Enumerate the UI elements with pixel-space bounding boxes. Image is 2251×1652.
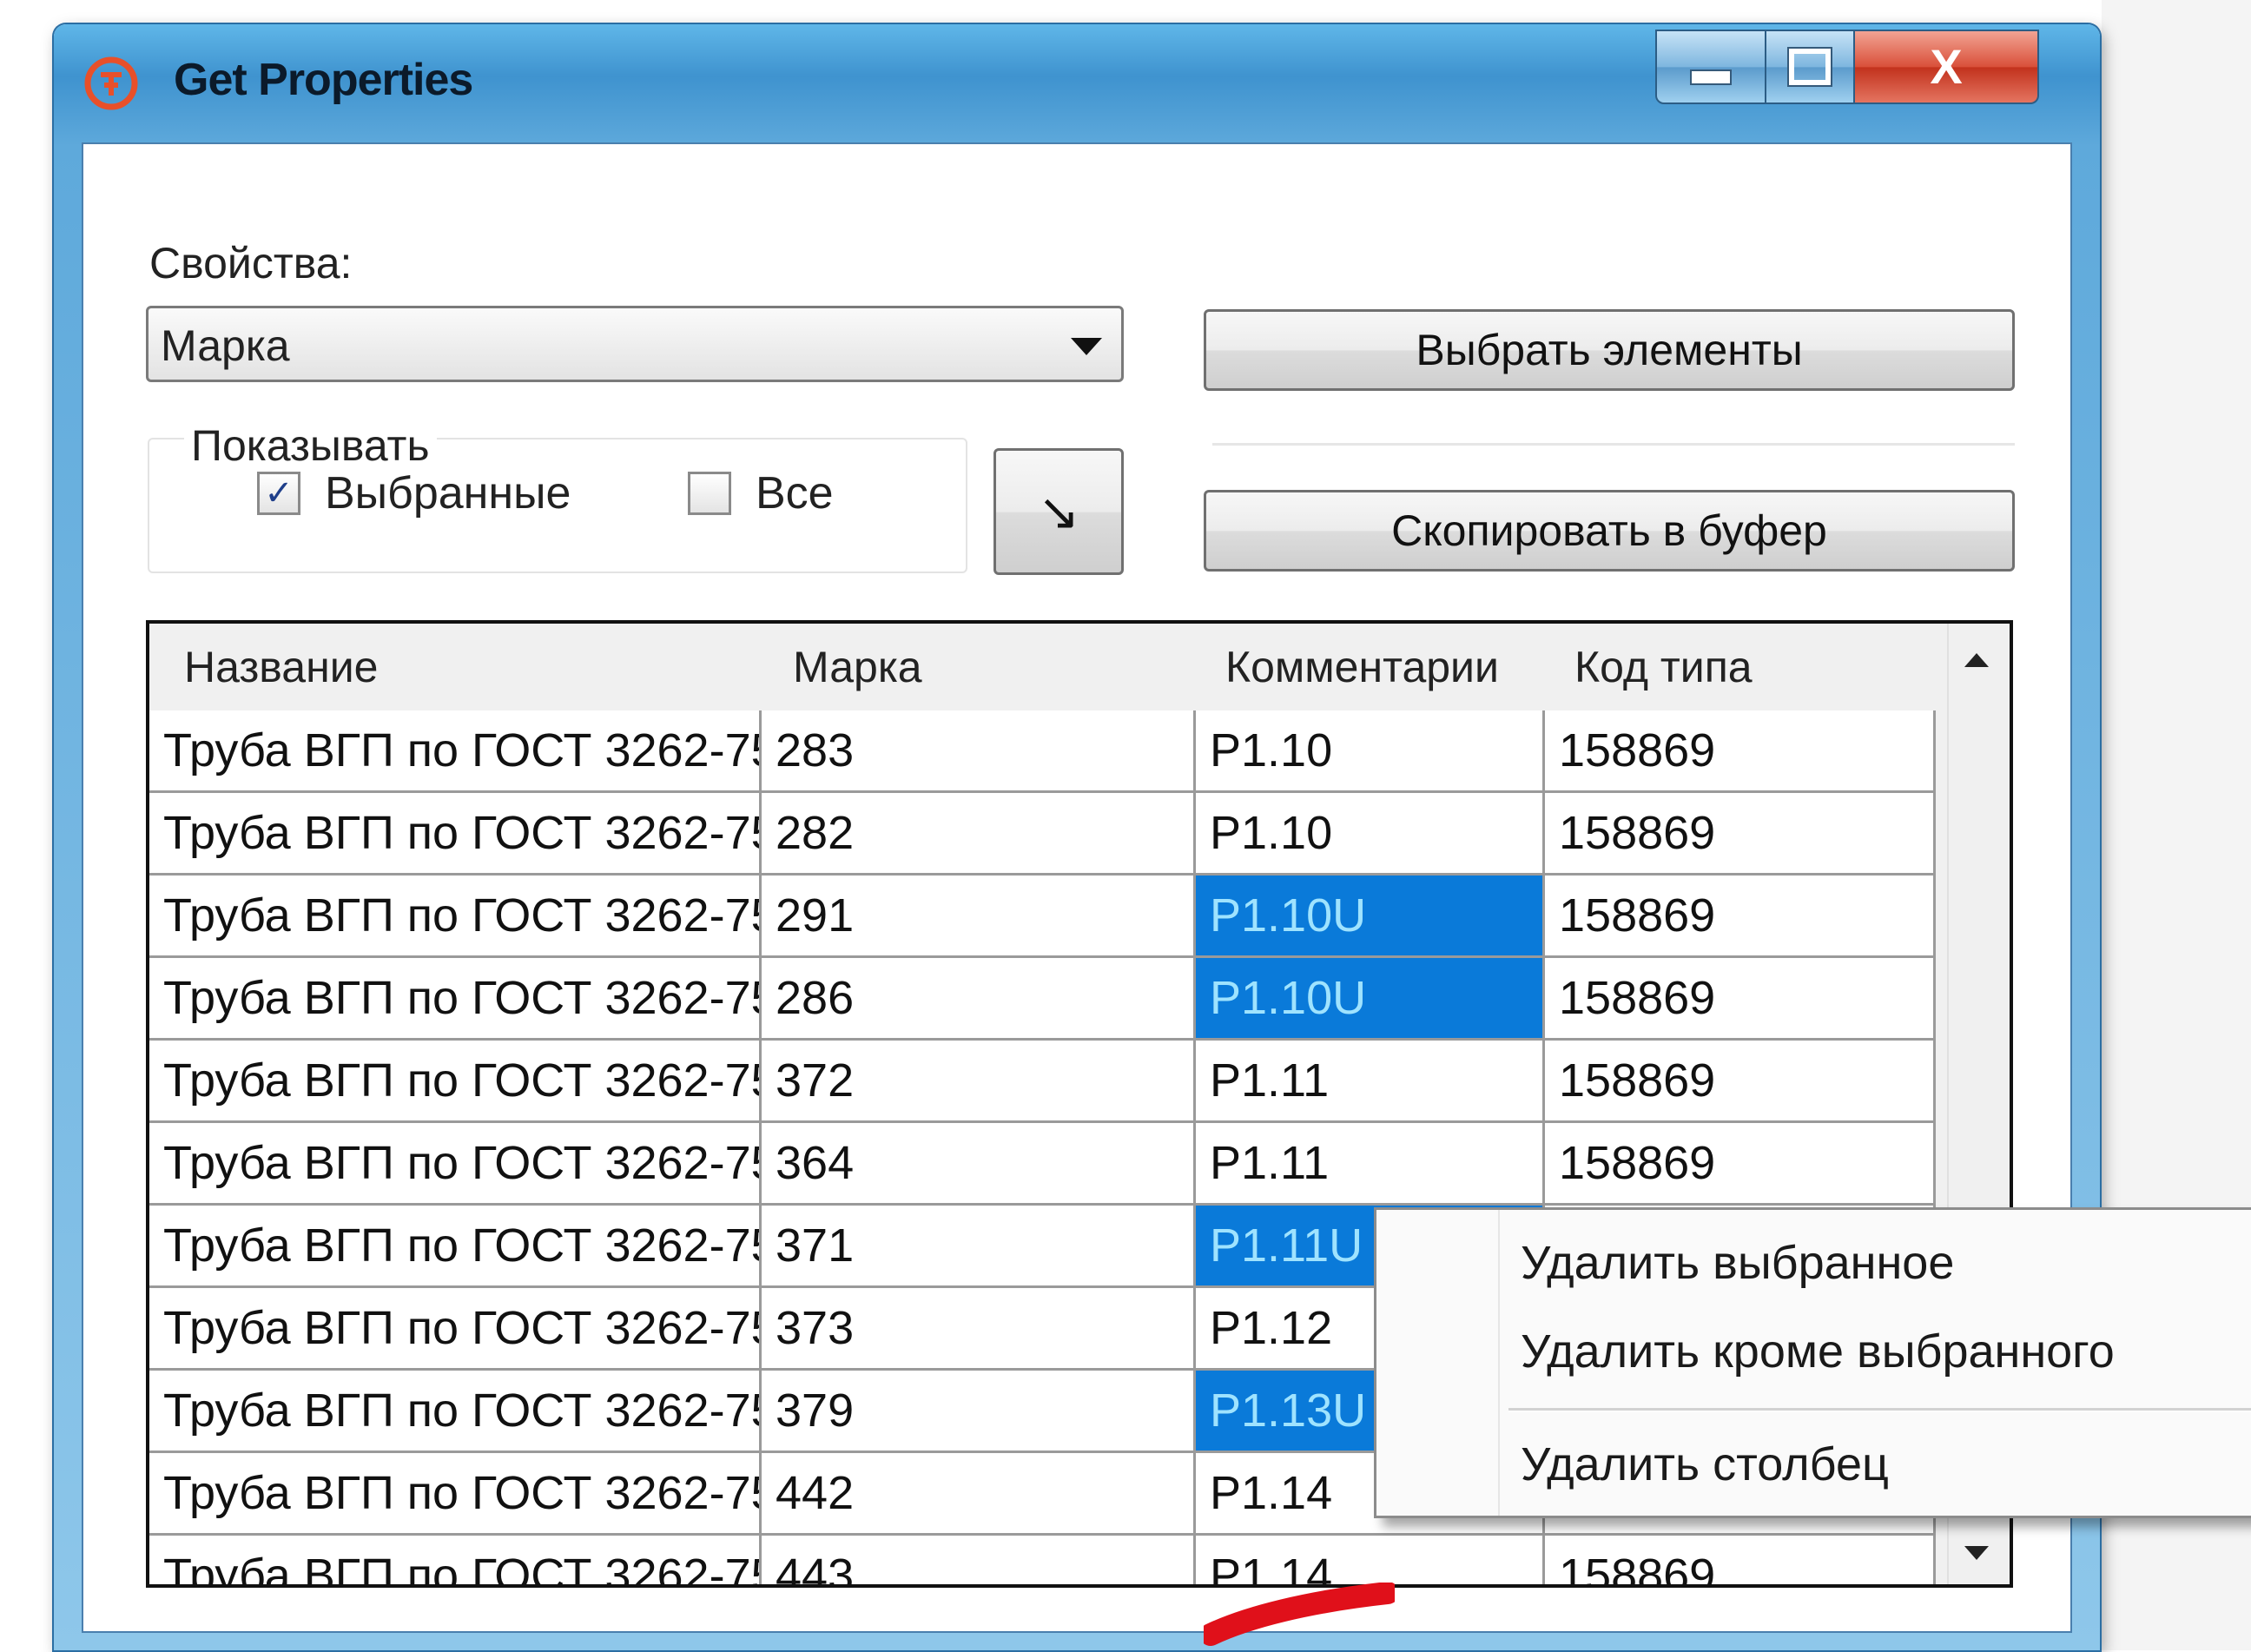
cell-mark[interactable]: 379 [762,1371,1196,1453]
cell-comment[interactable]: P1.10 [1196,793,1545,876]
cell-mark[interactable]: 373 [762,1288,1196,1371]
column-header-name[interactable]: Название [149,624,762,710]
cell-type-code[interactable]: 158869 [1545,1041,1936,1123]
cell-name[interactable]: Труба ВГП по ГОСТ 3262-75 [149,1453,762,1536]
cell-mark[interactable]: 442 [762,1453,1196,1536]
red-annotation-stroke [1204,1583,1395,1646]
cell-mark[interactable]: 283 [762,710,1196,793]
chevron-down-icon[interactable] [1071,338,1102,355]
cell-name[interactable]: Труба ВГП по ГОСТ 3262-75 [149,1371,762,1453]
cell-mark[interactable]: 282 [762,793,1196,876]
show-selected-checkbox[interactable]: ✓ Выбранные [257,467,571,519]
maximize-button[interactable] [1766,30,1855,104]
table-row[interactable]: Труба ВГП по ГОСТ 3262-75 443 P1.14 158869 [149,1536,1957,1584]
close-button[interactable]: X [1855,30,2039,104]
diagonal-arrow-icon: ↘ [1037,484,1080,540]
window-controls: X [1655,30,2039,104]
select-elements-button[interactable]: Выбрать элементы [1204,309,2015,391]
checkbox-unchecked-box[interactable] [688,472,731,515]
cell-name[interactable]: Труба ВГП по ГОСТ 3262-75 [149,1206,762,1288]
cell-comment[interactable]: P1.14 [1196,1536,1545,1584]
cell-type-code[interactable]: 158869 [1545,1536,1936,1584]
window-title: Get Properties [174,55,473,105]
context-menu-item-delete-except-selected[interactable]: Удалить кроме выбранного [1521,1325,2115,1378]
context-menu-item-delete-column[interactable]: Удалить столбец [1521,1437,1889,1491]
separator [1212,443,2015,446]
properties-combobox-value: Марка [161,321,290,370]
minimize-button[interactable] [1655,30,1766,104]
cell-comment[interactable]: P1.10U [1196,876,1545,958]
cell-name[interactable]: Труба ВГП по ГОСТ 3262-75 [149,1041,762,1123]
cell-comment[interactable]: P1.10U [1196,958,1545,1041]
properties-combobox[interactable]: Марка [146,306,1124,382]
cell-type-code[interactable]: 158869 [1545,793,1936,876]
cell-type-code[interactable]: 158869 [1545,876,1936,958]
column-header-comment[interactable]: Комментарии [1196,624,1545,710]
table-row[interactable]: Труба ВГП по ГОСТ 3262-75 364 P1.11 158869 [149,1123,1957,1206]
cell-comment[interactable]: P1.11 [1196,1123,1545,1206]
cell-name[interactable]: Труба ВГП по ГОСТ 3262-75 [149,1536,762,1584]
column-header-type-code[interactable]: Код типа [1545,624,1936,710]
show-all-checkbox[interactable]: Все [688,467,834,519]
cell-comment[interactable]: P1.10 [1196,710,1545,793]
cell-mark[interactable]: 291 [762,876,1196,958]
table-row[interactable]: Труба ВГП по ГОСТ 3262-75 286 P1.10U 158869 [149,958,1957,1041]
cell-mark[interactable]: 371 [762,1206,1196,1288]
scroll-up-arrow-icon[interactable] [1964,653,1989,667]
grid-header: Название Марка Комментарии Код типа [149,624,1957,710]
cell-type-code[interactable]: 158869 [1545,710,1936,793]
cell-type-code[interactable]: 158869 [1545,1123,1936,1206]
cell-name[interactable]: Труба ВГП по ГОСТ 3262-75 [149,876,762,958]
cell-name[interactable]: Труба ВГП по ГОСТ 3262-75 [149,710,762,793]
table-row[interactable]: Труба ВГП по ГОСТ 3262-75 283 P1.10 158869 [149,710,1957,793]
show-groupbox-title: Показывать [184,420,437,471]
cell-name[interactable]: Труба ВГП по ГОСТ 3262-75 [149,958,762,1041]
cell-mark[interactable]: 364 [762,1123,1196,1206]
cell-name[interactable]: Труба ВГП по ГОСТ 3262-75 [149,1288,762,1371]
cell-type-code[interactable]: 158869 [1545,958,1936,1041]
properties-label: Свойства: [149,239,353,287]
context-menu-separator [1508,1408,2251,1412]
column-header-mark[interactable]: Марка [762,624,1196,710]
cell-comment[interactable]: P1.11 [1196,1041,1545,1123]
context-menu-item-delete-selected[interactable]: Удалить выбранное [1521,1236,1954,1290]
show-selected-label: Выбранные [325,468,571,519]
scroll-down-arrow-icon[interactable] [1964,1546,1989,1560]
cell-mark[interactable]: 372 [762,1041,1196,1123]
table-row[interactable]: Труба ВГП по ГОСТ 3262-75 372 P1.11 158869 [149,1041,1957,1123]
maximize-icon [1789,49,1831,85]
copy-to-clipboard-button[interactable]: Скопировать в буфер [1204,490,2015,572]
app-logo-icon [84,56,138,110]
show-all-label: Все [756,468,834,519]
context-menu-gutter [1498,1210,1500,1516]
close-icon: X [1930,39,1963,94]
cell-name[interactable]: Труба ВГП по ГОСТ 3262-75 [149,793,762,876]
table-row[interactable]: Труба ВГП по ГОСТ 3262-75 282 P1.10 158869 [149,793,1957,876]
minimize-icon [1690,69,1732,85]
check-icon[interactable]: ✓ [257,472,300,515]
cell-mark[interactable]: 443 [762,1536,1196,1584]
cell-name[interactable]: Труба ВГП по ГОСТ 3262-75 [149,1123,762,1206]
arrow-button[interactable]: ↘ [993,448,1124,575]
context-menu: Удалить выбранное Удалить кроме выбранно… [1374,1207,2251,1518]
cell-mark[interactable]: 286 [762,958,1196,1041]
table-row[interactable]: Труба ВГП по ГОСТ 3262-75 291 P1.10U 158869 [149,876,1957,958]
